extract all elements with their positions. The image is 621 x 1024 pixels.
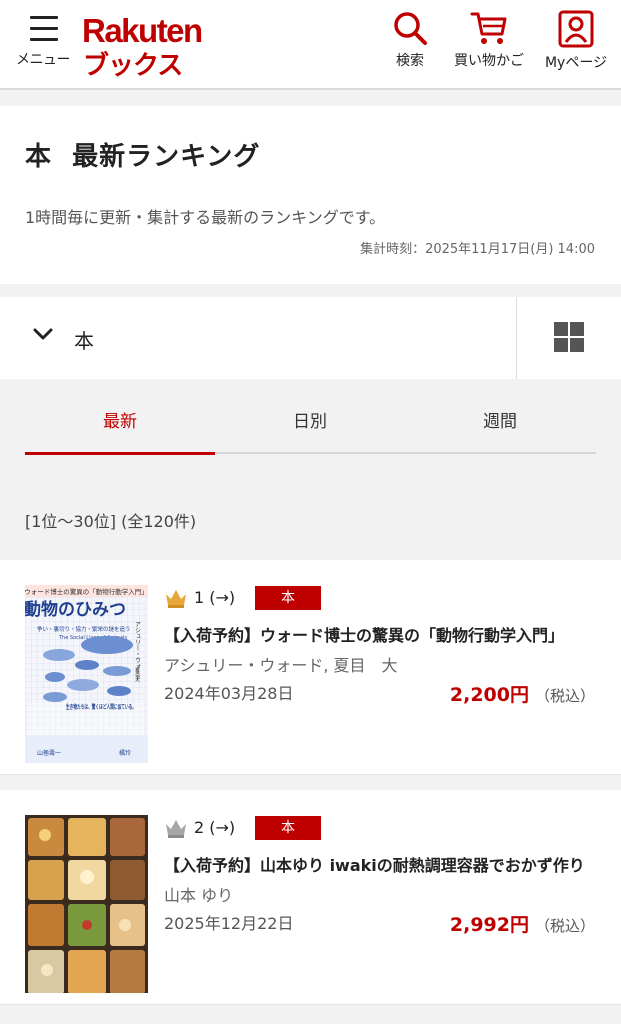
ranking-description: 1時間毎に更新・集計する最新のランキングです。 xyxy=(25,208,386,227)
cover-recommender-right: 橘玲 xyxy=(119,749,131,757)
tax-note: （税込） xyxy=(534,687,595,705)
rank-text: 2 (→) xyxy=(194,818,236,837)
menu-button[interactable]: メニュー xyxy=(8,12,78,72)
cover-recommender-left: 山極壽一 xyxy=(37,749,61,757)
page-title: 本 最新ランキング xyxy=(25,142,261,172)
cover-title: 動物のひみつ xyxy=(25,599,126,620)
item-price: 2,200円 xyxy=(449,684,529,706)
rakuten-books-logo[interactable]: Rakuten ブックス xyxy=(82,12,212,81)
grid-view-button[interactable] xyxy=(516,297,621,379)
release-date: 2025年12月22日 xyxy=(164,914,294,933)
silver-crown-icon xyxy=(166,820,186,838)
gold-crown-icon xyxy=(166,590,186,608)
mypage-button[interactable]: Myページ xyxy=(538,10,614,80)
cart-label: 買い物かご xyxy=(454,53,524,69)
book-cover-image[interactable] xyxy=(25,815,148,993)
ranking-header-card: 本 最新ランキング 1時間毎に更新・集計する最新のランキングです。 集計時刻：2… xyxy=(0,106,621,284)
cart-icon xyxy=(470,12,507,44)
cover-top-line: ウォード博士の驚異の「動物行動学入門」 xyxy=(25,587,148,596)
ranking-item[interactable]: 2 (→) 本 【入荷予約】山本ゆり iwakiの耐熱調理容器でおかず作り 山本… xyxy=(0,790,621,1005)
tab-weekly[interactable]: 週間 xyxy=(405,392,595,454)
category-selector[interactable]: 本 xyxy=(0,297,516,379)
site-header: メニュー Rakuten ブックス 検索 買い物かご Myページ xyxy=(0,0,621,90)
cover-side-text: 争い・裏切り・協力・繁栄の謎を追う xyxy=(37,625,131,633)
category-badge: 本 xyxy=(255,816,321,840)
category-badge: 本 xyxy=(255,586,321,610)
tax-note: （税込） xyxy=(534,917,595,935)
item-title[interactable]: 【入荷予約】ウォード博士の驚異の「動物行動学入門」 xyxy=(164,622,594,646)
rank-text: 1 (→) xyxy=(194,588,236,607)
tab-latest[interactable]: 最新 xyxy=(25,392,215,455)
menu-label: メニュー xyxy=(16,52,71,68)
search-label: 検索 xyxy=(396,53,424,69)
category-bar: 本 xyxy=(0,297,621,379)
release-date: 2024年03月28日 xyxy=(164,684,294,703)
user-icon xyxy=(558,10,594,48)
search-icon xyxy=(394,12,427,45)
hamburger-icon xyxy=(30,16,58,49)
price-block: 2,200円 （税込） xyxy=(450,680,595,707)
cart-button[interactable]: 買い物かご xyxy=(446,10,532,80)
search-button[interactable]: 検索 xyxy=(385,10,435,80)
aggregation-timestamp: 集計時刻：2025年11月17日(月) 14:00 xyxy=(360,242,595,257)
result-range: [1位〜30位] (全120件) xyxy=(25,512,197,531)
tab-daily[interactable]: 日別 xyxy=(215,392,405,454)
logo-text-bottom: ブックス xyxy=(83,51,183,81)
item-author[interactable]: アシュリー・ウォード, 夏目 大 xyxy=(164,652,594,676)
item-author[interactable]: 山本 ゆり xyxy=(164,882,594,906)
category-label: 本 xyxy=(74,329,94,353)
price-block: 2,992円 （税込） xyxy=(450,910,595,937)
ranking-item[interactable]: ウォード博士の驚異の「動物行動学入門」 動物のひみつ 争い・裏切り・協力・繁栄の… xyxy=(0,560,621,775)
item-title[interactable]: 【入荷予約】山本ゆり iwakiの耐熱調理容器でおかず作り xyxy=(164,852,594,876)
item-price: 2,992円 xyxy=(449,914,529,936)
cover-blurb: 生き物たちは、驚くほど人間に似ている。 xyxy=(66,703,136,711)
cover-translator: 夏目大 xyxy=(134,667,140,683)
mypage-label: Myページ xyxy=(544,55,608,71)
ranking-period-tabs: 最新 日別 週間 xyxy=(25,392,596,455)
book-cover-image[interactable]: ウォード博士の驚異の「動物行動学入門」 動物のひみつ 争い・裏切り・協力・繁栄の… xyxy=(25,585,148,763)
chevron-down-icon xyxy=(33,328,53,340)
